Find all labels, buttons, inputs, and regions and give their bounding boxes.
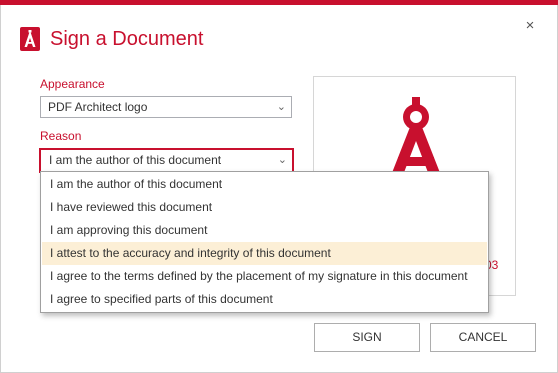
appearance-select[interactable]: PDF Architect logo ⌄	[40, 96, 292, 118]
reason-option[interactable]: I have reviewed this document	[42, 196, 487, 219]
reason-select[interactable]: I am the author of this document ⌄	[39, 148, 294, 173]
reason-option[interactable]: I agree to the terms defined by the plac…	[42, 265, 487, 288]
pdf-architect-logo-icon	[20, 27, 40, 51]
chevron-down-icon: ⌄	[277, 154, 287, 166]
dialog-title: Sign a Document	[50, 27, 204, 50]
chevron-down-icon: ⌄	[276, 101, 286, 113]
reason-option[interactable]: I agree to specified parts of this docum…	[42, 288, 487, 311]
pdf-architect-compass-icon	[388, 97, 444, 183]
reason-option-highlighted[interactable]: I attest to the accuracy and integrity o…	[42, 242, 487, 265]
reason-option[interactable]: I am approving this document	[42, 219, 487, 242]
reason-label: Reason	[40, 129, 82, 143]
reason-select-value: I am the author of this document	[49, 153, 222, 167]
cancel-button[interactable]: CANCEL	[430, 323, 536, 352]
appearance-label: Appearance	[40, 77, 105, 91]
close-icon: ×	[525, 17, 535, 34]
close-button[interactable]: ×	[520, 16, 540, 36]
reason-option[interactable]: I am the author of this document	[42, 173, 487, 196]
appearance-select-value: PDF Architect logo	[48, 100, 148, 114]
dialog-header: Sign a Document	[20, 26, 203, 52]
sign-button[interactable]: SIGN	[314, 323, 420, 352]
reason-dropdown-list: I am the author of this document I have …	[40, 171, 489, 313]
